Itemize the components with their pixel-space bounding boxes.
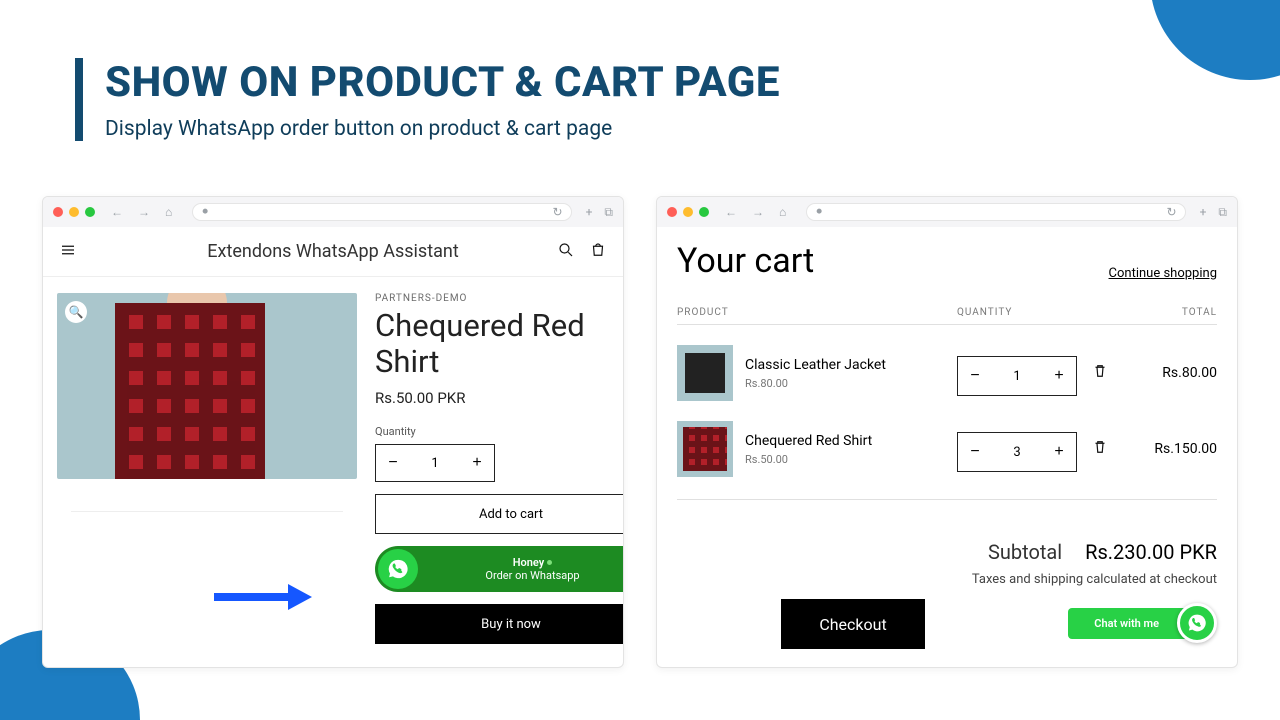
browser-window-product: ← → ⌂ ↻ + ⧉ Extendons WhatsApp Assistant… bbox=[42, 196, 624, 668]
divider bbox=[71, 511, 343, 512]
add-to-cart-button[interactable]: Add to cart bbox=[375, 494, 624, 534]
decor-blob-top-right bbox=[1150, 0, 1280, 80]
copy-icon[interactable]: ⧉ bbox=[604, 205, 613, 220]
qty-decrease-button[interactable]: − bbox=[376, 445, 410, 481]
browser-address-bar[interactable]: ↻ bbox=[806, 203, 1185, 221]
window-maximize-icon[interactable] bbox=[699, 207, 709, 217]
page-heading: SHOW ON PRODUCT & CART PAGE Display What… bbox=[75, 58, 780, 141]
whatsapp-button-text: Honey Order on Whatsapp bbox=[418, 556, 624, 584]
reload-icon[interactable]: ↻ bbox=[553, 205, 563, 219]
col-product: PRODUCT bbox=[677, 307, 957, 318]
qty-value: 3 bbox=[992, 445, 1042, 460]
trash-icon[interactable] bbox=[1091, 438, 1109, 460]
store-title: Extendons WhatsApp Assistant bbox=[207, 241, 458, 262]
whatsapp-icon bbox=[378, 549, 418, 589]
browser-nav-icons[interactable]: ← → ⌂ bbox=[725, 205, 792, 219]
subtotal-value: Rs.230.00 PKR bbox=[1085, 540, 1217, 564]
search-icon[interactable] bbox=[557, 241, 575, 263]
buy-it-now-button[interactable]: Buy it now bbox=[375, 604, 624, 644]
row-total: Rs.80.00 bbox=[1109, 365, 1217, 381]
qty-value: 1 bbox=[410, 456, 460, 471]
cart-icon[interactable] bbox=[589, 241, 607, 263]
page-title: SHOW ON PRODUCT & CART PAGE bbox=[105, 58, 780, 107]
checkout-button[interactable]: Checkout bbox=[781, 599, 925, 649]
hamburger-icon[interactable] bbox=[59, 241, 77, 263]
online-status-icon bbox=[547, 560, 552, 565]
item-thumbnail[interactable] bbox=[677, 421, 733, 477]
window-minimize-icon[interactable] bbox=[69, 207, 79, 217]
product-name: Chequered Red Shirt bbox=[375, 308, 624, 379]
continue-shopping-link[interactable]: Continue shopping bbox=[1109, 266, 1217, 281]
page-subtitle: Display WhatsApp order button on product… bbox=[105, 117, 780, 141]
col-total: TOTAL bbox=[1137, 307, 1217, 318]
quantity-stepper: − 3 + bbox=[957, 432, 1077, 472]
quantity-stepper: − 1 + bbox=[375, 444, 495, 482]
trash-icon[interactable] bbox=[1091, 362, 1109, 384]
cart-row: Classic Leather Jacket Rs.80.00 − 1 + Rs… bbox=[677, 345, 1217, 401]
window-minimize-icon[interactable] bbox=[683, 207, 693, 217]
new-tab-icon[interactable]: + bbox=[1200, 205, 1207, 219]
window-close-icon[interactable] bbox=[667, 207, 677, 217]
product-vendor: PARTNERS-DEMO bbox=[375, 293, 624, 304]
item-price: Rs.80.00 bbox=[745, 377, 957, 390]
qty-increase-button[interactable]: + bbox=[1042, 357, 1076, 395]
window-close-icon[interactable] bbox=[53, 207, 63, 217]
quantity-stepper: − 1 + bbox=[957, 356, 1077, 396]
cart-row: Chequered Red Shirt Rs.50.00 − 3 + Rs.15… bbox=[677, 421, 1217, 477]
row-total: Rs.150.00 bbox=[1109, 441, 1217, 457]
divider bbox=[677, 499, 1217, 500]
order-on-whatsapp-button[interactable]: Honey Order on Whatsapp bbox=[375, 546, 624, 592]
cart-columns: PRODUCT QUANTITY TOTAL bbox=[677, 307, 1217, 318]
browser-chrome: ← → ⌂ ↻ + ⧉ bbox=[657, 197, 1237, 227]
search-icon bbox=[201, 207, 211, 217]
product-image[interactable]: 🔍 bbox=[57, 293, 357, 479]
browser-nav-icons[interactable]: ← → ⌂ bbox=[111, 205, 178, 219]
qty-value: 1 bbox=[992, 369, 1042, 384]
shirt-illustration bbox=[57, 293, 357, 479]
copy-icon[interactable]: ⧉ bbox=[1218, 205, 1227, 220]
browser-chrome: ← → ⌂ ↻ + ⧉ bbox=[43, 197, 623, 227]
item-price: Rs.50.00 bbox=[745, 453, 957, 466]
browser-address-bar[interactable]: ↻ bbox=[192, 203, 571, 221]
product-price: Rs.50.00 PKR bbox=[375, 389, 624, 407]
callout-arrow-icon bbox=[214, 584, 312, 610]
item-thumbnail[interactable] bbox=[677, 345, 733, 401]
new-tab-icon[interactable]: + bbox=[586, 205, 593, 219]
tax-note: Taxes and shipping calculated at checkou… bbox=[677, 572, 1217, 587]
item-name: Chequered Red Shirt bbox=[745, 433, 957, 449]
col-quantity: QUANTITY bbox=[957, 307, 1137, 318]
subtotal-label: Subtotal bbox=[988, 540, 1062, 564]
qty-increase-button[interactable]: + bbox=[1042, 433, 1076, 471]
cart-title: Your cart bbox=[677, 241, 814, 281]
item-name: Classic Leather Jacket bbox=[745, 357, 957, 373]
search-icon bbox=[815, 207, 825, 217]
reload-icon[interactable]: ↻ bbox=[1167, 205, 1177, 219]
subtotal-line: Subtotal Rs.230.00 PKR bbox=[677, 540, 1217, 564]
qty-decrease-button[interactable]: − bbox=[958, 357, 992, 395]
chat-widget[interactable]: Chat with me bbox=[1068, 603, 1217, 643]
store-header: Extendons WhatsApp Assistant bbox=[43, 227, 623, 277]
qty-decrease-button[interactable]: − bbox=[958, 433, 992, 471]
browser-window-cart: ← → ⌂ ↻ + ⧉ Your cart Continue shopping … bbox=[656, 196, 1238, 668]
window-maximize-icon[interactable] bbox=[85, 207, 95, 217]
divider bbox=[677, 324, 1217, 325]
qty-increase-button[interactable]: + bbox=[460, 445, 494, 481]
quantity-label: Quantity bbox=[375, 425, 624, 438]
whatsapp-icon[interactable] bbox=[1177, 603, 1217, 643]
